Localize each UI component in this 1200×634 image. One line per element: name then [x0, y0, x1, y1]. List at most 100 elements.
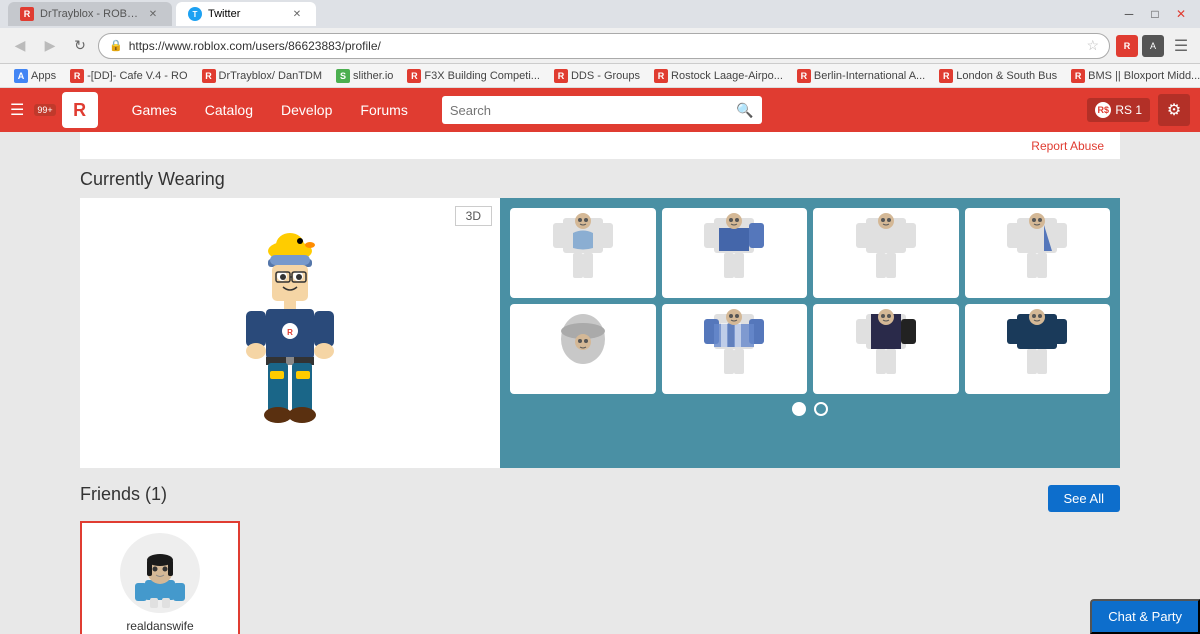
- address-bar: ◀ ▶ ↻ 🔒 https://www.roblox.com/users/866…: [0, 28, 1200, 64]
- item-cell-7[interactable]: [813, 304, 959, 394]
- roblox-header: ☰ 99+ R Games Catalog Develop Forums 🔍 R…: [0, 88, 1200, 132]
- item-cell-5[interactable]: [510, 304, 656, 394]
- item-cell-8[interactable]: [965, 304, 1111, 394]
- r-bm-icon-4: R: [554, 69, 568, 83]
- lock-icon: 🔒: [109, 39, 123, 52]
- search-bar[interactable]: 🔍: [442, 96, 762, 124]
- bookmark-roblox-2[interactable]: R DrTrayblox/ DanTDM: [196, 66, 329, 86]
- tab-active-close[interactable]: ✕: [290, 7, 304, 21]
- ext-roblox-icon[interactable]: R: [1116, 35, 1138, 57]
- browser-titlebar: R DrTrayblox - ROBLOX ✕ T Twitter ✕ ─ □ …: [0, 0, 1200, 28]
- hamburger-menu[interactable]: ☰: [10, 100, 24, 120]
- friend-avatar-1: [120, 533, 200, 613]
- nav-games[interactable]: Games: [118, 88, 191, 132]
- bookmark-roblox-4[interactable]: R DDS - Groups: [548, 66, 646, 86]
- r-bm-label-6: Berlin-International A...: [814, 70, 925, 82]
- robux-count: RS 1: [1115, 103, 1142, 117]
- maximize-button[interactable]: □: [1144, 5, 1166, 23]
- browser-menu-icon[interactable]: ☰: [1170, 35, 1192, 57]
- friend-avatar-figure-1: [125, 538, 195, 608]
- wearing-section: 3D: [80, 198, 1120, 468]
- minimize-button[interactable]: ─: [1118, 5, 1140, 23]
- svg-text:R: R: [287, 328, 293, 337]
- friends-title: Friends (1): [80, 484, 167, 505]
- search-input[interactable]: [450, 103, 737, 118]
- carousel-dot-1[interactable]: [792, 402, 806, 416]
- friends-grid: realdanswife: [80, 521, 1120, 634]
- r-bm-label-1: -[DD]- Cafe V.4 - RO: [87, 70, 187, 82]
- search-icon[interactable]: 🔍: [736, 102, 753, 119]
- item-cell-4[interactable]: [965, 208, 1111, 298]
- bookmark-roblox-1[interactable]: R -[DD]- Cafe V.4 - RO: [64, 66, 193, 86]
- apps-bm-icon: A: [14, 69, 28, 83]
- r-bm-label-8: BMS || Bloxport Midd...: [1088, 70, 1200, 82]
- item-cell-3[interactable]: [813, 208, 959, 298]
- chat-party-button[interactable]: Chat & Party: [1090, 599, 1200, 634]
- tab-active-favicon: T: [188, 7, 202, 21]
- r-bm-label-2: DrTrayblox/ DanTDM: [219, 70, 323, 82]
- friends-section-header: Friends (1) See All: [80, 484, 1120, 513]
- robux-icon: R$: [1095, 102, 1111, 118]
- back-button[interactable]: ◀: [8, 34, 32, 58]
- item-cell-2[interactable]: [662, 208, 808, 298]
- r-bm-icon-3: R: [407, 69, 421, 83]
- r-bm-icon-5: R: [654, 69, 668, 83]
- r-bm-icon-8: R: [1071, 69, 1085, 83]
- bookmark-apps[interactable]: A Apps: [8, 66, 62, 86]
- robux-button[interactable]: R$ RS 1: [1087, 98, 1150, 122]
- r-bm-label-5: Rostock Laage-Airpo...: [671, 70, 783, 82]
- item-figure-3: [851, 213, 921, 293]
- carousel-dot-2[interactable]: [814, 402, 828, 416]
- item-cell-1[interactable]: [510, 208, 656, 298]
- tab-inactive-close[interactable]: ✕: [146, 7, 160, 21]
- r-bm-label-4: DDS - Groups: [571, 70, 640, 82]
- notification-badge[interactable]: 99+: [34, 104, 55, 116]
- r-bm-icon-7: R: [939, 69, 953, 83]
- bookmark-roblox-7[interactable]: R London & South Bus: [933, 66, 1063, 86]
- tab-active-label: Twitter: [208, 8, 240, 20]
- address-box[interactable]: 🔒 https://www.roblox.com/users/86623883/…: [98, 33, 1110, 59]
- r-bm-label-3: F3X Building Competi...: [424, 70, 540, 82]
- avatar-figure: R: [220, 223, 360, 443]
- bookmark-roblox-5[interactable]: R Rostock Laage-Airpo...: [648, 66, 789, 86]
- ext-other-icon[interactable]: A: [1142, 35, 1164, 57]
- bookmark-slither[interactable]: S slither.io: [330, 66, 399, 86]
- page-content: Report Abuse Currently Wearing 3D: [0, 132, 1200, 634]
- items-grid: [510, 208, 1110, 394]
- friend-name-1: realdanswife: [126, 619, 193, 633]
- item-figure-1: [548, 213, 618, 293]
- bookmark-roblox-8[interactable]: R BMS || Bloxport Midd...: [1065, 66, 1200, 86]
- bookmark-roblox-3[interactable]: R F3X Building Competi...: [401, 66, 546, 86]
- tab-inactive[interactable]: R DrTrayblox - ROBLOX ✕: [8, 2, 172, 26]
- nav-forums[interactable]: Forums: [346, 88, 421, 132]
- carousel-dots: [510, 402, 1110, 416]
- settings-button[interactable]: ⚙: [1158, 94, 1190, 126]
- item-figure-7: [851, 309, 921, 389]
- roblox-logo[interactable]: R: [62, 92, 98, 128]
- window-controls: ─ □ ✕: [1118, 5, 1192, 23]
- wearing-items-panel: [500, 198, 1120, 468]
- tab-inactive-label: DrTrayblox - ROBLOX: [40, 8, 140, 20]
- see-all-button[interactable]: See All: [1048, 485, 1120, 512]
- main-nav: Games Catalog Develop Forums: [118, 88, 422, 132]
- friend-card-1[interactable]: realdanswife: [80, 521, 240, 634]
- item-figure-8: [1002, 309, 1072, 389]
- report-abuse-link[interactable]: Report Abuse: [1031, 139, 1104, 153]
- bookmark-roblox-6[interactable]: R Berlin-International A...: [791, 66, 931, 86]
- header-right: R$ RS 1 ⚙: [1087, 94, 1190, 126]
- close-button[interactable]: ✕: [1170, 5, 1192, 23]
- item-figure-4: [1002, 213, 1072, 293]
- nav-catalog[interactable]: Catalog: [191, 88, 267, 132]
- forward-button[interactable]: ▶: [38, 34, 62, 58]
- nav-develop[interactable]: Develop: [267, 88, 346, 132]
- r-bm-icon-2: R: [202, 69, 216, 83]
- item-figure-2: [699, 213, 769, 293]
- avatar-preview: 3D: [80, 198, 500, 468]
- item-cell-6[interactable]: [662, 304, 808, 394]
- r-bm-icon-1: R: [70, 69, 84, 83]
- refresh-button[interactable]: ↻: [68, 34, 92, 58]
- bookmark-star-icon[interactable]: ☆: [1086, 37, 1099, 54]
- 3d-button[interactable]: 3D: [455, 206, 492, 226]
- tab-active[interactable]: T Twitter ✕: [176, 2, 316, 26]
- item-figure-5: [548, 309, 618, 389]
